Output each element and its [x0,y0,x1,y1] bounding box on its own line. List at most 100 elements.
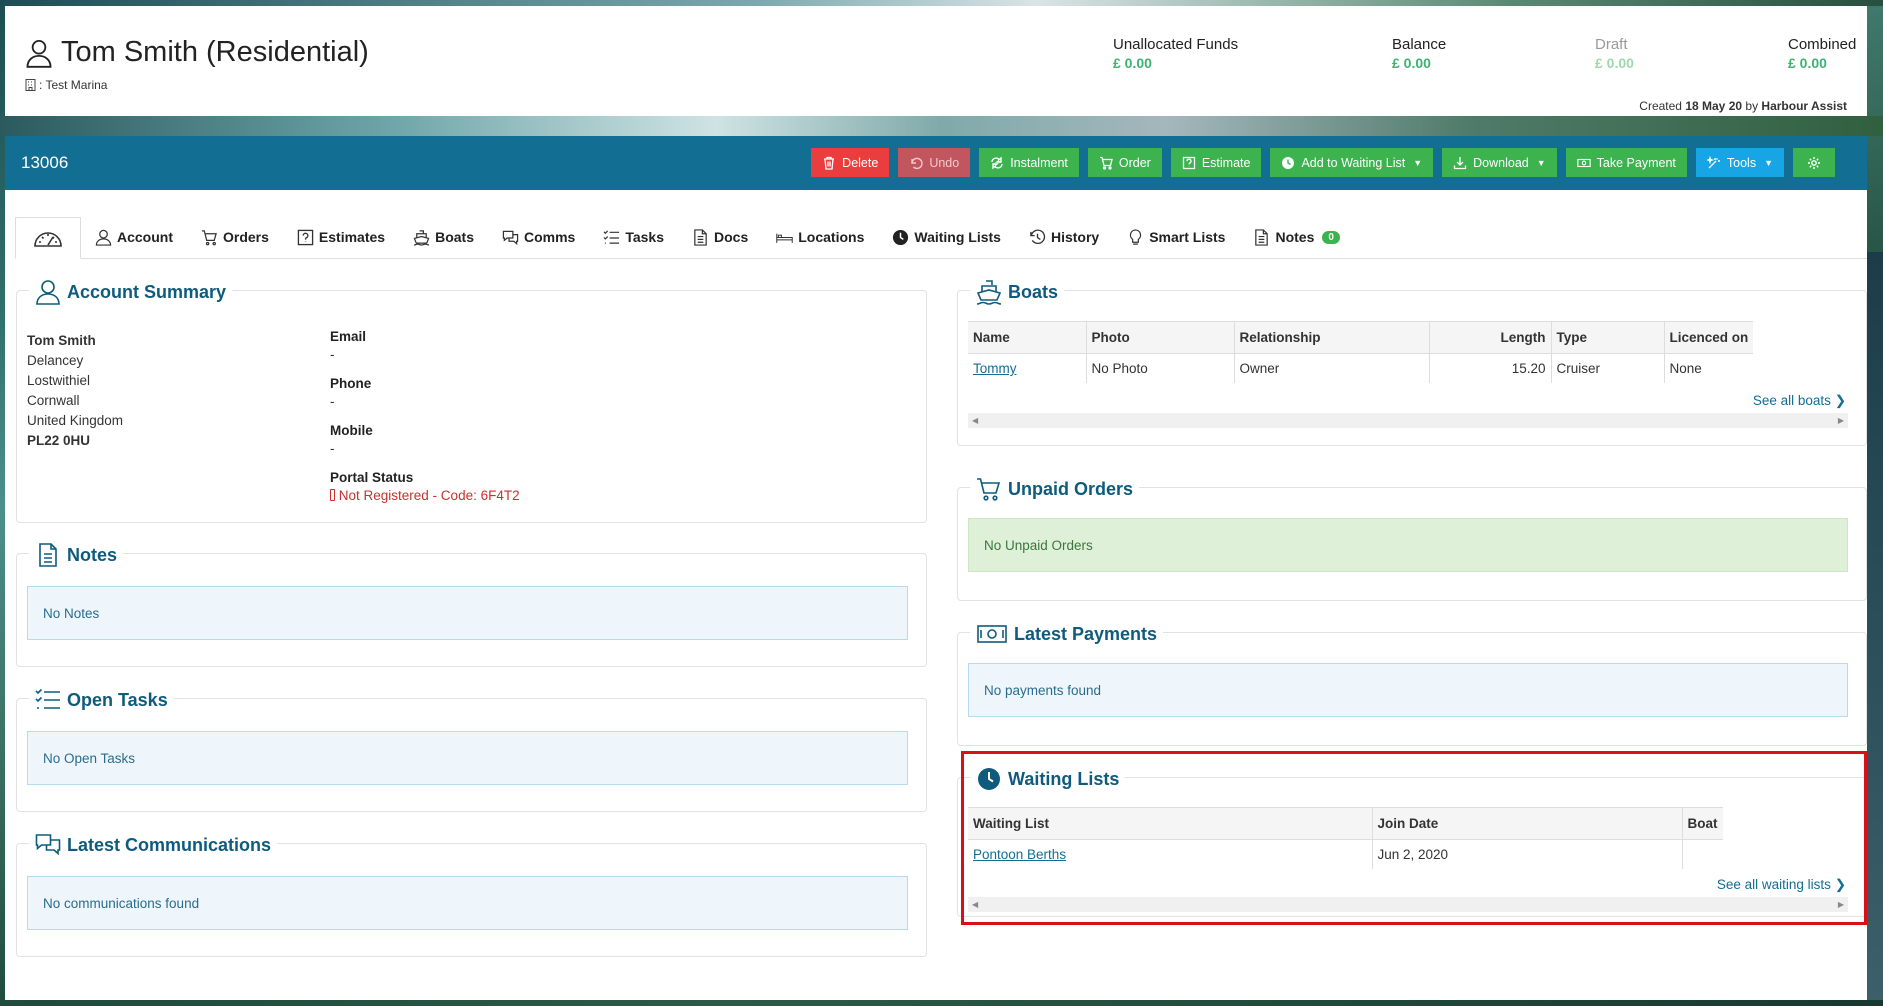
undo-button[interactable]: Undo [898,148,971,177]
tab-docs[interactable]: Docs [678,216,762,258]
email-value: - [330,347,335,362]
settings-button[interactable] [1793,148,1835,177]
download-button[interactable]: Download ▼ [1442,148,1557,177]
tab-tasks[interactable]: Tasks [589,216,678,258]
task-list-icon [35,688,60,709]
chevron-down-icon: ▼ [1764,157,1773,168]
tab-boats[interactable]: Boats [399,216,488,258]
unpaid-orders-panel: Unpaid Orders No Unpaid Orders [957,476,1867,601]
customer-header: Tom Smith (Residential) : Test Marina Un… [5,6,1867,116]
tab-locations[interactable]: Locations [762,216,878,258]
notes-count-badge: 0 [1322,230,1340,244]
see-all-waiting-lists-link[interactable]: See all waiting lists ❯ [1717,877,1846,893]
order-button[interactable]: Order [1087,148,1162,177]
chevron-right-icon: ❯ [1834,393,1846,408]
open-tasks-empty: No Open Tasks [27,731,908,785]
magic-wand-icon [1706,155,1720,168]
latest-payments-title: Latest Payments [1014,623,1158,644]
take-payment-button[interactable]: Take Payment [1565,148,1687,177]
clock-icon [893,229,909,245]
instalment-button[interactable]: Instalment [979,148,1079,177]
estimate-button[interactable]: Estimate [1170,148,1262,177]
question-box-icon [1182,156,1195,169]
address-block: Tom Smith Delancey Lostwithiel Cornwall … [27,333,124,448]
combined: Combined £ 0.00 [1788,36,1857,71]
cart-icon [977,478,1001,501]
scroll-right-icon[interactable]: ▶ [1838,900,1844,909]
document-icon [1255,228,1269,246]
scroll-left-icon[interactable]: ◀ [972,416,978,425]
chat-icon [502,230,519,245]
scroll-left-icon[interactable]: ◀ [972,900,978,909]
waiting-lists-title: Waiting Lists [1008,768,1120,789]
waiting-lists-scrollbar[interactable]: ◀ ▶ [968,897,1848,912]
account-summary-title: Account Summary [67,281,227,302]
history-icon [1030,229,1046,244]
tab-estimates[interactable]: Estimates [283,216,399,258]
draft: Draft £ 0.00 [1595,36,1634,71]
document-icon [694,228,707,246]
customer-name: Tom Smith (Residential) [61,36,369,68]
balance: Balance £ 0.00 [1392,36,1447,71]
chat-icon [35,834,61,856]
bed-icon [776,233,793,243]
unpaid-orders-empty: No Unpaid Orders [968,518,1848,572]
money-icon [977,625,1007,643]
scroll-right-icon[interactable]: ▶ [1838,416,1844,425]
action-toolbar: 13006 Delete Undo Instalment Order Estim… [5,136,1867,190]
notes-title: Notes [67,544,118,565]
tab-smart-lists[interactable]: Smart Lists [1113,216,1239,258]
see-all-boats-link[interactable]: See all boats ❯ [1753,393,1846,409]
chevron-right-icon: ❯ [1834,877,1846,892]
boats-table: Name Photo Relationship Length Type Lice… [968,321,1754,383]
latest-payments-panel: Latest Payments No payments found [957,621,1867,746]
tab-comms[interactable]: Comms [488,216,589,258]
phone-icon [330,489,335,501]
boats-table-scrollbar[interactable]: ◀ ▶ [968,413,1848,428]
table-row: Tommy No Photo Owner 15.20 Cruiser None [968,353,1753,383]
tab-bar: Account Orders Estimates Boats Comms Tas… [15,217,1867,259]
building-icon [25,79,36,91]
account-summary-panel: Account Summary Tom Smith Delancey Lostw… [16,279,927,523]
ship-icon [976,280,1002,305]
notes-empty: No Notes [27,586,908,640]
table-row: Pontoon Berths Jun 2, 2020 [968,839,1723,869]
download-icon [1454,156,1467,169]
phone-value: - [330,394,335,409]
money-icon [1576,158,1591,167]
add-to-waiting-list-button[interactable]: Add to Waiting List ▼ [1270,148,1434,177]
right-edge [1867,252,1883,1000]
boats-panel: Boats Name Photo Relationship Length Typ… [957,279,1867,446]
waiting-lists-table: Waiting List Join Date Boat Pontoon Bert… [968,807,1723,869]
mobile-value: - [330,441,335,456]
contact-block: Email - Phone - Mobile - Portal Status N… [330,329,520,503]
document-icon [39,543,57,567]
latest-comms-title: Latest Communications [67,834,272,855]
account-number: 13006 [21,153,69,172]
tab-dashboard[interactable] [15,217,81,259]
background-stripe [0,116,1883,136]
cart-icon [201,229,217,245]
open-tasks-panel: Open Tasks No Open Tasks [16,687,927,812]
waiting-list-link[interactable]: Pontoon Berths [973,847,1066,862]
gear-icon [1808,156,1820,169]
waiting-lists-panel: Waiting Lists Waiting List Join Date Boa… [957,766,1867,917]
latest-comms-panel: Latest Communications No communications … [16,832,927,957]
tab-account[interactable]: Account [81,216,187,258]
user-icon [95,229,112,246]
delete-button[interactable]: Delete [811,148,890,177]
user-icon [26,39,52,68]
customer-title: Tom Smith (Residential) [25,36,369,69]
boats-title: Boats [1008,281,1059,302]
boat-link[interactable]: Tommy [973,361,1017,376]
chevron-down-icon: ▼ [1536,157,1546,168]
tab-notes[interactable]: Notes 0 [1239,216,1353,258]
tools-button[interactable]: Tools ▼ [1695,148,1784,177]
clock-icon [978,768,1000,790]
question-box-icon [297,229,314,245]
tab-history[interactable]: History [1015,216,1113,258]
tab-orders[interactable]: Orders [187,216,283,258]
dashboard-gauge-icon [34,232,62,247]
tab-waiting-lists[interactable]: Waiting Lists [878,216,1015,258]
repeat-icon [991,156,1003,169]
